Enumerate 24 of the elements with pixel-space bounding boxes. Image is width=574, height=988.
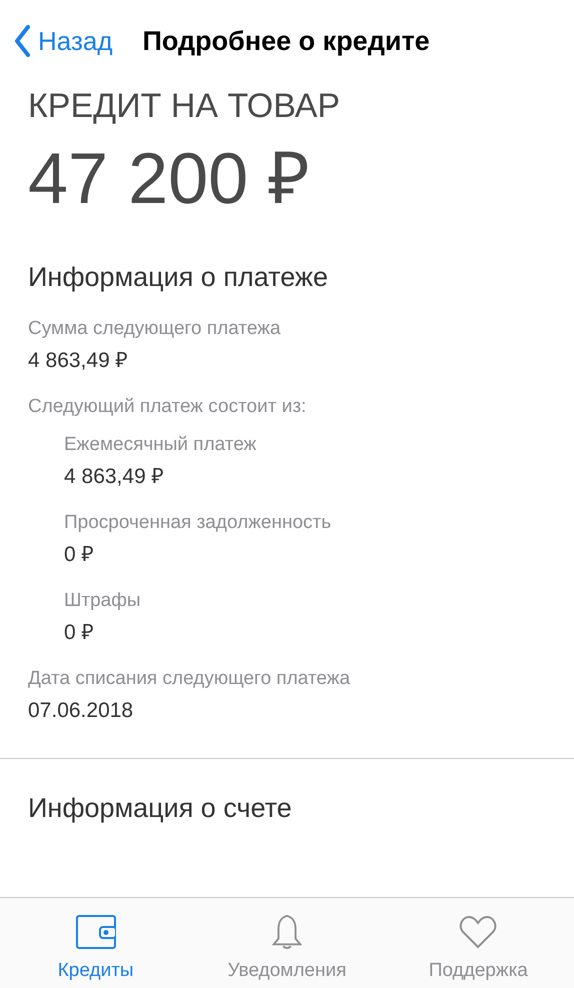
field-label: Штрафы	[64, 589, 141, 613]
field-label: Просроченная задолженность	[64, 511, 332, 535]
tab[interactable]: Поддержка	[382, 898, 574, 988]
field-value: 0 ₽	[64, 542, 94, 568]
heart-icon	[459, 914, 498, 950]
credit-amount: 47 200 ₽	[28, 138, 310, 221]
tab[interactable]: Кредиты	[0, 898, 192, 988]
section-heading: Информация о платеже	[28, 261, 328, 294]
tab[interactable]: Уведомления	[191, 898, 383, 988]
field-value: 4 863,49 ₽	[28, 348, 128, 374]
screen-title: Подробнее о кредите	[142, 26, 430, 56]
field-label: Ежемесячный платеж	[64, 433, 256, 457]
field-label: Сумма следующего платежа	[28, 317, 281, 341]
field-label: Дата списания следующего платежа	[28, 667, 350, 691]
section-heading: Информация о счете	[28, 792, 293, 825]
credit-type: КРЕДИТ НА ТОВАР	[28, 86, 340, 127]
wallet-icon	[76, 914, 116, 950]
field-value: 07.06.2018	[28, 698, 134, 724]
back-button[interactable]: Назад	[14, 25, 112, 57]
field-value: 4 863,49 ₽	[64, 464, 164, 490]
field-label: Следующий платеж состоит из:	[28, 395, 306, 419]
chevron-left-icon	[14, 25, 30, 57]
bell-icon	[270, 914, 304, 950]
field-value: 0 ₽	[64, 620, 94, 646]
